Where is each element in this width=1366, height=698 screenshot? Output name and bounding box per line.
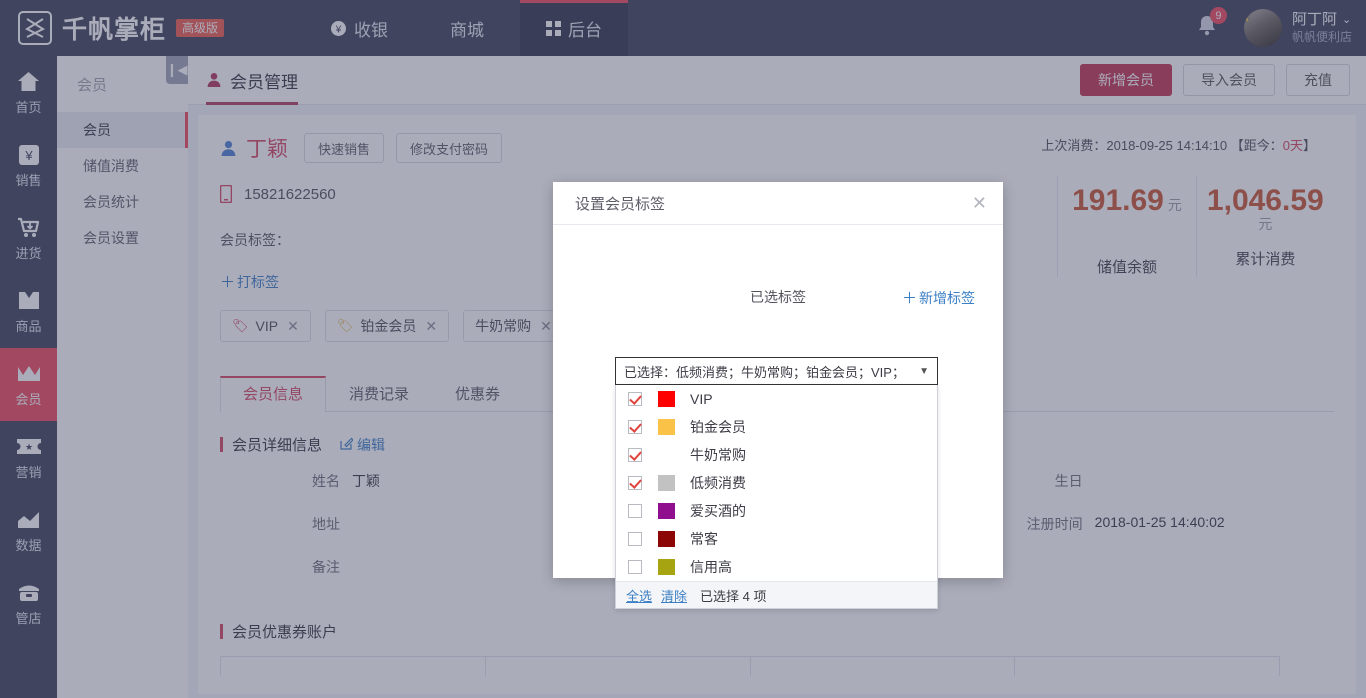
tag-option-milk-buyer-label: 牛奶常购 bbox=[690, 445, 746, 465]
select-all-link[interactable]: 全选 bbox=[626, 586, 652, 605]
checkbox-icon[interactable] bbox=[628, 448, 642, 462]
dialog-title: 设置会员标签 bbox=[575, 193, 665, 214]
color-swatch bbox=[658, 503, 675, 519]
tag-option-milk-buyer[interactable]: 牛奶常购 bbox=[616, 441, 937, 469]
tag-option-high-credit[interactable]: 信用高 bbox=[616, 553, 937, 581]
tag-option-list[interactable]: VIP 铂金会员 牛奶常购 bbox=[616, 385, 937, 581]
tag-multiselect-footer: 全选 清除 已选择 4 项 bbox=[616, 581, 937, 608]
dialog-header: 设置会员标签 ✕ bbox=[553, 182, 1003, 225]
color-swatch bbox=[658, 391, 675, 407]
tag-multiselect-value: 已选择：低频消费；牛奶常购；铂金会员；VIP； bbox=[624, 362, 905, 381]
tag-option-regular[interactable]: 常客 bbox=[616, 525, 937, 553]
checkbox-icon[interactable] bbox=[628, 532, 642, 546]
checkbox-icon[interactable] bbox=[628, 392, 642, 406]
selected-tags-label: 已选标签 bbox=[750, 287, 806, 307]
tag-option-regular-label: 常客 bbox=[690, 529, 718, 549]
tag-multiselect: 已选择：低频消费；牛奶常购；铂金会员；VIP； ▼ VIP 铂金 bbox=[615, 357, 938, 609]
tag-multiselect-input[interactable]: 已选择：低频消费；牛奶常购；铂金会员；VIP； ▼ bbox=[615, 357, 938, 385]
tag-option-wine-lover[interactable]: 爱买酒的 bbox=[616, 497, 937, 525]
tag-option-low-frequency-label: 低频消费 bbox=[690, 473, 746, 493]
checkbox-icon[interactable] bbox=[628, 560, 642, 574]
tag-option-wine-lover-label: 爱买酒的 bbox=[690, 501, 746, 521]
color-swatch bbox=[658, 475, 675, 491]
checkbox-icon[interactable] bbox=[628, 476, 642, 490]
color-swatch bbox=[658, 419, 675, 435]
app-root: 千帆掌柜 高级版 ¥ 收银 商城 后台 bbox=[0, 0, 1366, 698]
selected-count-text: 已选择 4 项 bbox=[700, 586, 766, 605]
close-icon[interactable]: ✕ bbox=[972, 194, 987, 212]
add-new-tag-link[interactable]: ＋ 新增标签 bbox=[902, 287, 975, 308]
tag-option-platinum-label: 铂金会员 bbox=[690, 417, 746, 437]
tag-option-low-frequency[interactable]: 低频消费 bbox=[616, 469, 937, 497]
tag-multiselect-panel: VIP 铂金会员 牛奶常购 bbox=[615, 385, 938, 609]
dialog-body: 已选标签 ＋ 新增标签 已选择：低频消费；牛奶常购；铂金会员；VIP； ▼ V bbox=[553, 225, 1003, 578]
chevron-down-icon: ▼ bbox=[919, 366, 929, 377]
color-swatch bbox=[658, 447, 675, 463]
tag-option-platinum[interactable]: 铂金会员 bbox=[616, 413, 937, 441]
clear-selection-link[interactable]: 清除 bbox=[661, 586, 687, 605]
color-swatch bbox=[658, 531, 675, 547]
tag-option-vip[interactable]: VIP bbox=[616, 385, 937, 413]
tag-option-vip-label: VIP bbox=[690, 391, 713, 407]
checkbox-icon[interactable] bbox=[628, 504, 642, 518]
checkbox-icon[interactable] bbox=[628, 420, 642, 434]
add-new-tag-label: 新增标签 bbox=[919, 288, 975, 308]
plus-icon: ＋ bbox=[902, 287, 917, 308]
tag-option-high-credit-label: 信用高 bbox=[690, 557, 732, 577]
set-member-tags-dialog: 设置会员标签 ✕ 已选标签 ＋ 新增标签 已选择：低频消费；牛奶常购；铂金会员；… bbox=[553, 182, 1003, 578]
color-swatch bbox=[658, 559, 675, 575]
